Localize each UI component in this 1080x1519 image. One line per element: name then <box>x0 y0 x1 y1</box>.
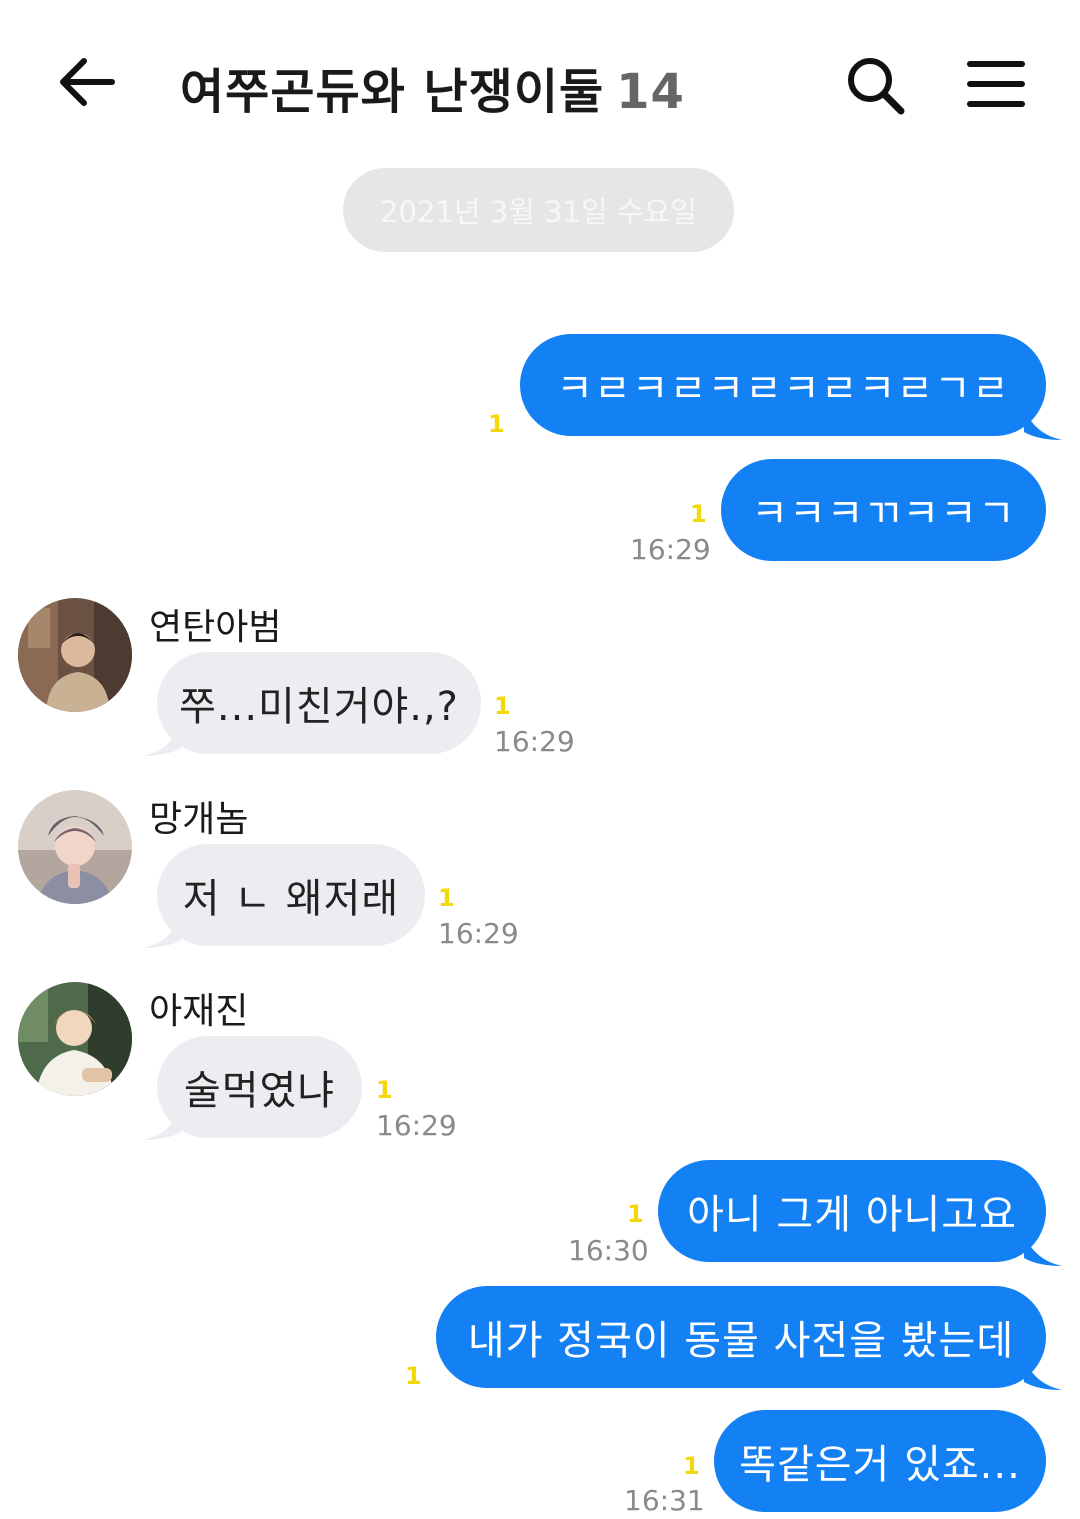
incoming-message-bubble[interactable]: 쭈...미친거야.,? <box>157 652 481 754</box>
message-text: 저 ㄴ 왜저래 <box>182 876 400 922</box>
bubble-tail <box>143 724 181 756</box>
chat-room-title: 여쭈곤듀와 난쟁이둘 14 <box>180 52 685 122</box>
menu-button[interactable] <box>962 50 1036 124</box>
message-time: 16:29 <box>376 1109 457 1142</box>
message-time: 16:29 <box>438 917 519 950</box>
unread-count: 1 <box>683 1452 700 1480</box>
outgoing-message-bubble[interactable]: ㅋㅋㅋㄲㅋㅋㄱ <box>721 459 1046 561</box>
outgoing-message-bubble[interactable]: 내가 정국이 동물 사전을 봤는데 <box>436 1286 1046 1388</box>
unread-count: 1 <box>627 1200 644 1228</box>
unread-count: 1 <box>488 410 505 438</box>
message-text: 술먹였냐 <box>183 1068 336 1114</box>
chat-header: 여쭈곤듀와 난쟁이둘 14 <box>0 0 1080 170</box>
bubble-tail <box>1024 1234 1062 1266</box>
message-time: 16:29 <box>630 533 711 566</box>
search-button[interactable] <box>840 50 914 124</box>
sender-name: 연탄아범 <box>149 607 282 648</box>
unread-count: 1 <box>405 1362 422 1390</box>
bubble-tail <box>1024 408 1062 440</box>
message-time: 16:30 <box>568 1234 649 1267</box>
message-time: 16:29 <box>494 725 575 758</box>
bubble-tail <box>143 1108 181 1140</box>
unread-count: 1 <box>438 884 455 912</box>
sender-name: 아재진 <box>149 991 249 1032</box>
message-text: 쭈...미친거야.,? <box>179 684 459 730</box>
avatar[interactable] <box>18 982 132 1096</box>
profile-photo <box>18 982 132 1096</box>
bubble-tail <box>1024 1358 1062 1390</box>
date-divider: 2021년 3월 31일 수요일 <box>343 168 734 252</box>
hamburger-menu-icon <box>967 61 1025 107</box>
message-text: 아니 그게 아니고요 <box>687 1192 1017 1238</box>
incoming-message-bubble[interactable]: 저 ㄴ 왜저래 <box>157 844 425 946</box>
profile-photo <box>18 598 132 712</box>
unread-count: 1 <box>494 692 511 720</box>
unread-count: 1 <box>376 1076 393 1104</box>
message-text: 내가 정국이 동물 사전을 봤는데 <box>467 1318 1015 1364</box>
message-text: 똑같은거 있죠... <box>739 1442 1021 1488</box>
sender-name: 망개놈 <box>149 799 249 840</box>
message-text: ㅋㄹㅋㄹㅋㄹㅋㄹㅋㄹㄱㄹ <box>556 366 1010 412</box>
incoming-message-bubble[interactable]: 술먹였냐 <box>157 1036 362 1138</box>
chat-room-name: 여쭈곤듀와 난쟁이둘 <box>180 64 605 120</box>
unread-count: 1 <box>690 500 707 528</box>
back-button[interactable] <box>50 48 126 124</box>
back-arrow-icon <box>60 58 115 106</box>
outgoing-message-bubble[interactable]: 아니 그게 아니고요 <box>658 1160 1046 1262</box>
bubble-tail <box>143 916 181 948</box>
member-count: 14 <box>616 64 685 120</box>
profile-photo <box>18 790 132 904</box>
outgoing-message-bubble[interactable]: ㅋㄹㅋㄹㅋㄹㅋㄹㅋㄹㄱㄹ <box>520 334 1046 436</box>
avatar[interactable] <box>18 790 132 904</box>
search-icon <box>848 58 905 115</box>
avatar[interactable] <box>18 598 132 712</box>
message-text: ㅋㅋㅋㄲㅋㅋㄱ <box>751 491 1016 537</box>
message-time: 16:31 <box>624 1484 705 1517</box>
outgoing-message-bubble[interactable]: 똑같은거 있죠... <box>714 1410 1046 1512</box>
